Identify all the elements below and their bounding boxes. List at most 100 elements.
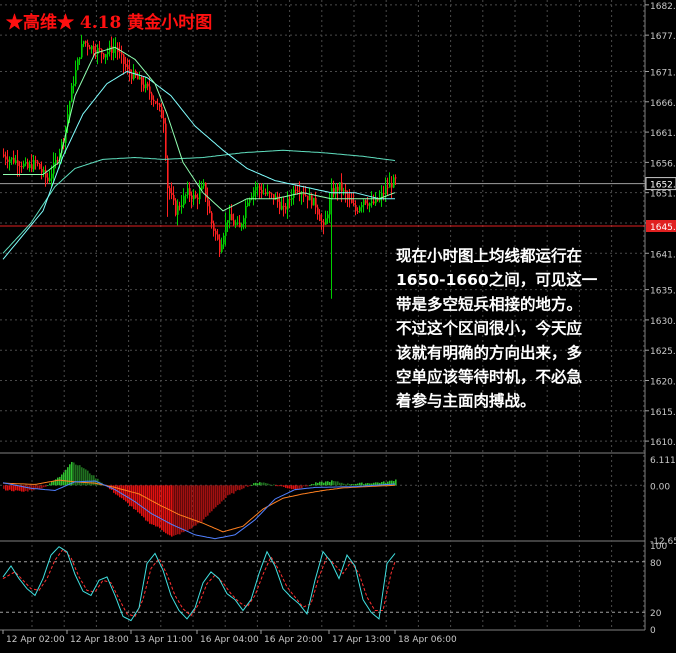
candle-body <box>285 206 287 210</box>
macd-histogram-bar <box>145 485 147 521</box>
candle-body <box>157 103 159 105</box>
candle-body <box>219 239 221 253</box>
candle-body <box>333 188 335 195</box>
macd-histogram-bar <box>41 485 43 489</box>
y-tick-label: 1610. <box>650 438 676 448</box>
candle-body <box>235 223 237 225</box>
candle-body <box>79 57 81 60</box>
macd-histogram-bar <box>151 485 153 525</box>
candle-body <box>35 160 37 162</box>
annotation-text-block: 现在小时图上均线都运行在 1650-1660之间，可见这一带是多空短兵相接的地方。… <box>395 246 598 410</box>
candle-body <box>131 73 133 79</box>
candle-body <box>373 201 375 204</box>
macd-histogram-bar <box>11 485 13 492</box>
macd-histogram-bar <box>367 483 369 486</box>
y-tick-label: 1641. <box>650 250 676 260</box>
candle-body <box>393 177 395 188</box>
candle-body <box>169 188 171 193</box>
macd-histogram-bar <box>233 485 235 494</box>
macd-histogram-bar <box>223 485 225 500</box>
candle-body <box>71 85 73 103</box>
candle-body <box>119 52 121 54</box>
candle-body <box>255 187 257 191</box>
macd-histogram-bar <box>309 485 311 486</box>
macd-histogram-bar <box>339 482 341 486</box>
macd-histogram-bar <box>203 485 205 520</box>
candle-body <box>163 118 165 124</box>
macd-histogram-bar <box>189 485 191 530</box>
macd-histogram-bar <box>131 485 133 507</box>
macd-histogram-bar <box>25 485 27 492</box>
candle-body <box>105 54 107 58</box>
macd-histogram-bar <box>349 484 351 486</box>
macd-histogram-bar <box>245 485 247 487</box>
y-tick-label: 1677. <box>650 32 676 42</box>
macd-histogram-bar <box>231 485 233 494</box>
candle-body <box>11 157 13 160</box>
macd-histogram-bar <box>345 484 347 486</box>
macd-histogram-bar <box>263 482 265 486</box>
candle-body <box>137 75 139 80</box>
candle-body <box>193 194 195 200</box>
macd-y-tick-label: 6.1115 <box>650 456 676 466</box>
candle-body <box>315 197 317 208</box>
macd-histogram-bar <box>273 484 275 486</box>
candle-body <box>229 214 231 221</box>
candle <box>77 57 79 71</box>
macd-histogram-bar <box>129 485 131 506</box>
candle-body <box>225 222 227 237</box>
macd-histogram-bar <box>333 481 335 486</box>
candle-body <box>265 193 267 195</box>
candle-body <box>147 83 149 87</box>
y-tick-label: 1682. <box>650 2 676 12</box>
candle-body <box>321 220 323 223</box>
chart-svg: 1682.1677.1671.1666.1661.1656.1651.1646.… <box>0 0 676 649</box>
macd-histogram-bar <box>255 482 257 486</box>
candle-body <box>155 101 157 104</box>
candle-body <box>107 51 109 55</box>
candle-body <box>165 123 167 158</box>
candle-body <box>91 46 93 50</box>
candle-body <box>295 189 297 191</box>
candle-body <box>361 204 363 208</box>
macd-histogram-bar <box>155 485 157 527</box>
macd-histogram-bar <box>121 485 123 499</box>
macd-histogram-bar <box>7 485 9 491</box>
candle-body <box>283 205 285 207</box>
macd-histogram-bar <box>293 485 295 489</box>
stoch-y-tick-label: 0 <box>650 626 656 636</box>
macd-histogram-bar <box>277 485 279 487</box>
candle-body <box>159 103 161 107</box>
macd-histogram-bar <box>237 485 239 490</box>
candle-body <box>207 198 209 207</box>
candle-body <box>191 195 193 200</box>
candle-body <box>263 193 265 195</box>
macd-histogram-bar <box>353 484 355 486</box>
candle-body <box>89 46 91 50</box>
macd-histogram-bar <box>363 484 365 486</box>
macd-histogram-bar <box>67 467 69 486</box>
macd-histogram-bar <box>49 483 51 486</box>
candle-body <box>41 168 43 173</box>
candle-body <box>139 77 141 80</box>
macd-histogram-bar <box>119 485 121 498</box>
macd-histogram-bar <box>187 485 189 531</box>
macd-histogram-bar <box>343 483 345 486</box>
macd-histogram-bar <box>195 485 197 526</box>
candle-body <box>15 160 17 163</box>
macd-histogram-bar <box>91 475 93 486</box>
candle-body <box>311 195 313 206</box>
macd-histogram-bar <box>337 481 339 486</box>
macd-histogram-bar <box>327 481 329 486</box>
y-tick-label: 1615. <box>650 408 676 418</box>
candle-body <box>25 162 27 164</box>
annotation-line: 不过这个区间很小，今天应 <box>396 319 583 338</box>
macd-histogram-bar <box>323 482 325 486</box>
candle-body <box>209 206 211 213</box>
macd-histogram-bar <box>253 483 255 486</box>
candle-body <box>151 93 153 100</box>
candle-body <box>301 193 303 195</box>
macd-histogram-bar <box>307 485 309 487</box>
candle-body <box>203 182 205 187</box>
macd-histogram-bar <box>5 485 7 491</box>
